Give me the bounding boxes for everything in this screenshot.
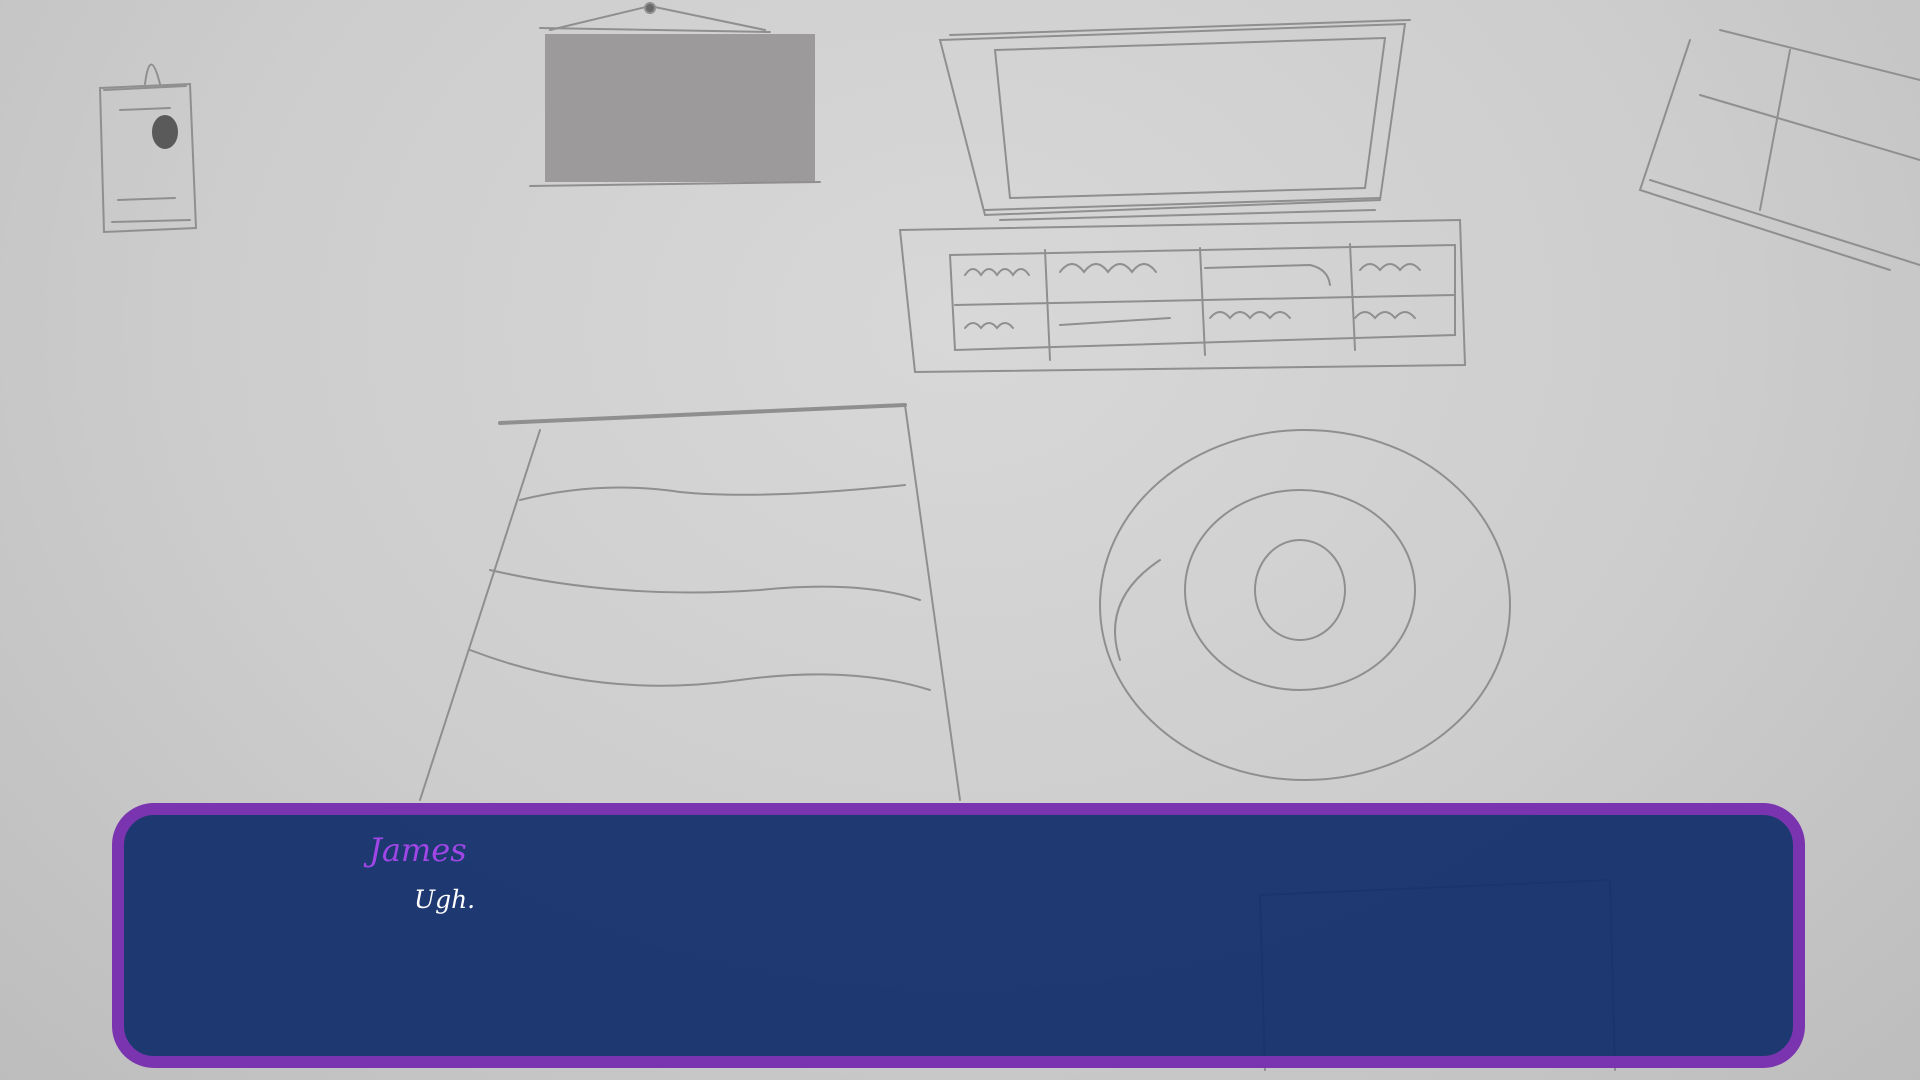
dialogue-box[interactable]: James Ugh.: [112, 803, 1805, 1068]
bed-icon: [419, 403, 961, 801]
tv-stand-icon: [898, 218, 1467, 374]
poster-icon: [98, 63, 198, 234]
rug-icon: [1099, 429, 1511, 781]
game-scene[interactable]: James Ugh.: [0, 0, 1920, 1080]
tv-icon: [938, 19, 1411, 221]
window-icon: [1638, 29, 1920, 271]
dialogue-text: Ugh.: [414, 885, 476, 914]
framed-picture-icon: [529, 2, 821, 187]
speaker-name: James: [369, 831, 467, 869]
